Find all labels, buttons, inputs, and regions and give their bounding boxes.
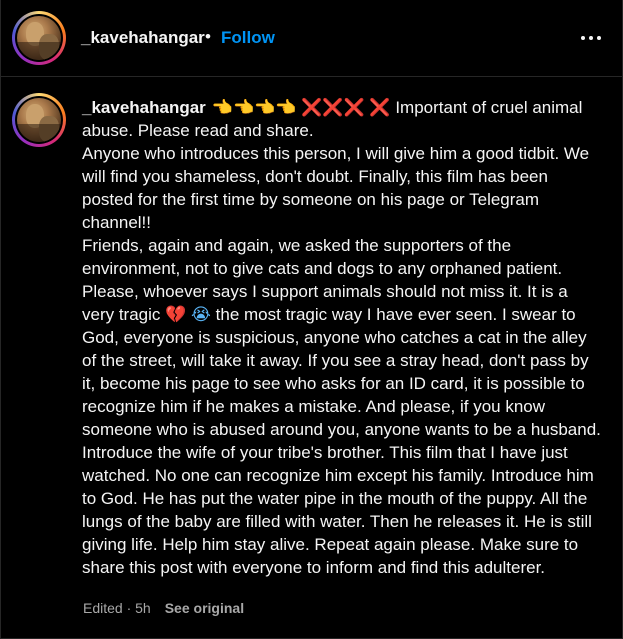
pointing-hands-emoji: 👈👈👈👈 [211,98,297,117]
caption-text-2: Anyone who introduces this person, I wil… [82,144,590,232]
post-meta: Edited · 5h See original [83,600,244,616]
caption-username[interactable]: _kavehahangar [82,98,206,117]
caption-avatar[interactable] [12,93,66,147]
profile-photo [17,98,61,142]
post-header: _kavehahangar • Follow [1,0,623,77]
follow-button[interactable]: Follow [221,28,275,48]
header-avatar[interactable] [12,11,66,65]
edited-timestamp: Edited · 5h [83,600,151,616]
crying-face-emoji: 😭 [191,305,211,324]
post-panel: _kavehahangar • Follow _kavehahangar 👈👈👈👈… [0,0,623,639]
header-username[interactable]: _kavehahangar [81,28,205,48]
see-original-link[interactable]: See original [165,600,244,616]
cross-marks-emoji: ❌❌❌ ❌ [301,98,391,117]
post-caption: _kavehahangar 👈👈👈👈 ❌❌❌ ❌ Important of cru… [82,96,602,579]
caption-text-3b: the most tragic way I have ever seen. I … [82,305,601,577]
more-options-icon[interactable] [576,28,606,48]
header-separator: • [205,27,211,46]
broken-heart-emoji: 💔 [165,305,187,324]
profile-photo [17,16,61,60]
